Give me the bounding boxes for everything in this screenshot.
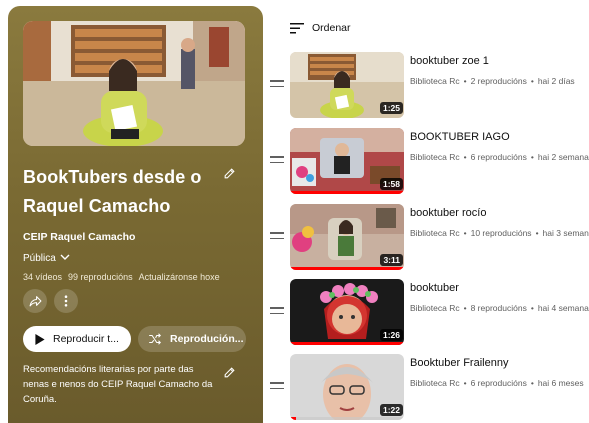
share-button[interactable] — [23, 289, 47, 313]
shuffle-label: Reprodución... — [170, 333, 244, 345]
watch-progress — [290, 267, 404, 270]
playlist-video-row[interactable]: 1:25 booktuber zoe 1 Biblioteca Rc • 2 re… — [270, 52, 589, 120]
edit-title-icon[interactable] — [221, 165, 237, 181]
more-vert-icon — [64, 295, 68, 307]
playlist-video-row[interactable]: 1:58 BOOKTUBER IAGO Biblioteca Rc • 6 rep… — [270, 128, 589, 196]
video-meta: Biblioteca Rc • 6 reproducións • hai 2 sem… — [410, 152, 589, 162]
watch-progress — [290, 417, 404, 420]
play-all-button[interactable]: Reproducir t... — [23, 326, 131, 352]
watch-progress — [290, 191, 404, 194]
play-all-label: Reproducir t... — [53, 333, 119, 345]
video-duration: 1:25 — [379, 102, 403, 114]
drag-handle-icon[interactable] — [270, 156, 284, 166]
watch-progress — [290, 342, 404, 345]
channel-name[interactable]: Biblioteca Rc — [410, 303, 460, 313]
playlist-header-panel: BookTubers desde o Raquel Camacho CEIP R… — [8, 6, 263, 423]
updated-text: Actualizáronse hoxe — [138, 272, 220, 282]
video-age: hai 6 meses — [537, 378, 584, 388]
video-title[interactable]: booktuber rocío — [410, 207, 486, 219]
video-meta: Biblioteca Rc • 10 reproducións • hai 3 se… — [410, 228, 589, 238]
video-duration: 1:22 — [379, 404, 403, 416]
video-meta: Biblioteca Rc • 6 reproducións • hai 6 mes… — [410, 378, 584, 388]
video-views: 10 reproducións — [470, 228, 532, 238]
video-meta: Biblioteca Rc • 2 reproducións • hai 2 día… — [410, 76, 575, 86]
edit-description-icon[interactable] — [221, 364, 237, 380]
video-age: hai 4 semanas — [537, 303, 589, 313]
privacy-dropdown[interactable]: Pública — [23, 253, 70, 264]
drag-handle-icon[interactable] — [270, 382, 284, 392]
share-icon — [29, 296, 41, 307]
channel-name[interactable]: Biblioteca Rc — [410, 76, 460, 86]
video-views: 6 reproducións — [470, 152, 527, 162]
playlist-video-row[interactable]: 3:11 booktuber rocío Biblioteca Rc • 10 r… — [270, 204, 589, 272]
video-title[interactable]: BOOKTUBER IAGO — [410, 131, 510, 143]
playlist-title: BookTubers desde o Raquel Camacho — [23, 167, 202, 216]
channel-name[interactable]: Biblioteca Rc — [410, 378, 460, 388]
video-age: hai 2 semanas — [537, 152, 589, 162]
drag-handle-icon[interactable] — [270, 307, 284, 317]
sort-button[interactable]: Ordenar — [290, 22, 351, 34]
sort-icon — [290, 22, 304, 33]
channel-name[interactable]: Biblioteca Rc — [410, 152, 460, 162]
more-options-button[interactable] — [54, 289, 78, 313]
video-views: 2 reproducións — [470, 76, 527, 86]
video-age: hai 2 días — [537, 76, 575, 86]
view-count: 99 reproducións — [68, 272, 133, 282]
channel-name[interactable]: Biblioteca Rc — [410, 228, 460, 238]
playlist-hero-thumbnail[interactable] — [23, 21, 245, 146]
sort-label: Ordenar — [312, 22, 351, 34]
play-icon — [35, 333, 45, 345]
video-title[interactable]: Booktuber Frailenny — [410, 357, 508, 369]
video-title[interactable]: booktuber — [410, 282, 459, 294]
video-views: 8 reproducións — [470, 303, 527, 313]
video-duration: 1:58 — [379, 178, 403, 190]
video-count: 34 vídeos — [23, 272, 63, 282]
playlist-description: Recomendacións literarias por parte das … — [23, 364, 213, 405]
chevron-down-icon — [60, 253, 70, 264]
shuffle-icon — [149, 333, 161, 345]
video-duration: 3:11 — [380, 254, 403, 266]
playlist-stats: 34 vídeos 99 reproducións Actualizáronse… — [23, 272, 220, 282]
playlist-owner-link[interactable]: CEIP Raquel Camacho — [23, 231, 135, 243]
drag-handle-icon[interactable] — [270, 80, 284, 90]
video-title[interactable]: booktuber zoe 1 — [410, 55, 489, 67]
playlist-video-row[interactable]: 1:26 booktuber Biblioteca Rc • 8 reproduc… — [270, 279, 589, 347]
playlist-video-row[interactable]: 1:22 Booktuber Frailenny Biblioteca Rc • … — [270, 354, 589, 422]
drag-handle-icon[interactable] — [270, 232, 284, 242]
video-meta: Biblioteca Rc • 8 reproducións • hai 4 sem… — [410, 303, 589, 313]
privacy-label: Pública — [23, 253, 56, 264]
video-age: hai 3 semanas — [542, 228, 589, 238]
video-views: 6 reproducións — [470, 378, 527, 388]
video-duration: 1:26 — [379, 329, 403, 341]
shuffle-button[interactable]: Reprodución... — [138, 326, 246, 352]
